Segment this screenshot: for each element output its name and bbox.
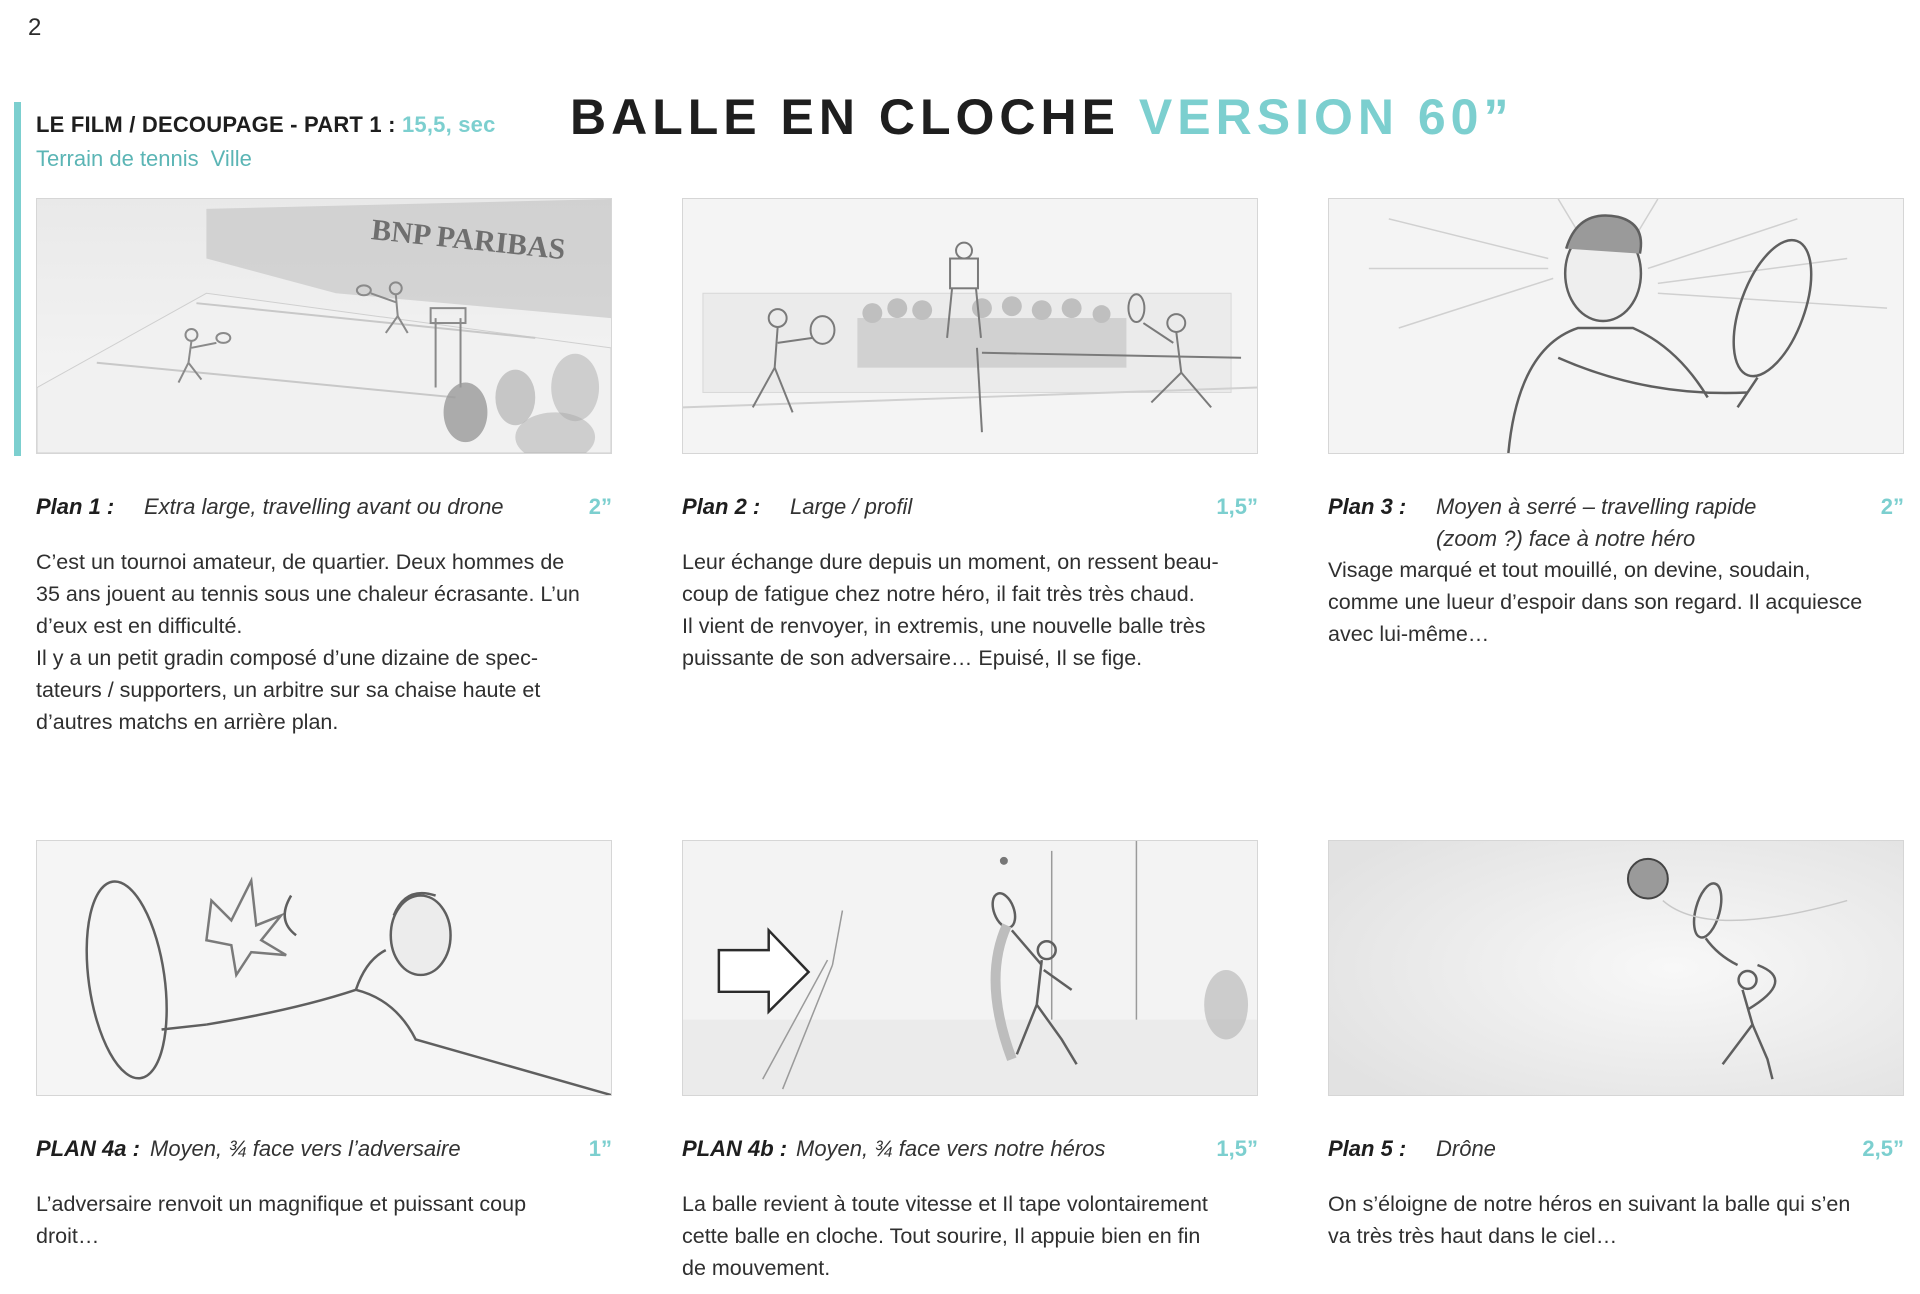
text-line: avec lui-même… <box>1328 622 1490 646</box>
plan-info-5: Plan 5 : Drône 2,5” <box>1328 1136 1904 1166</box>
plan-text-4a: L’adversaire renvoit un magnifique et pu… <box>36 1188 612 1252</box>
plan-duration: 1” <box>588 1136 612 1161</box>
sketch-profile-rally <box>683 199 1257 453</box>
title-main: BALLE EN CLOCHE <box>570 89 1120 145</box>
text-line: L’adversaire renvoit un magnifique et pu… <box>36 1192 527 1216</box>
plan-duration: 2” <box>1880 494 1904 519</box>
text-line: La balle revient à toute vitesse et Il t… <box>682 1192 1208 1216</box>
tennis-ball-icon <box>999 856 1008 865</box>
text-line: 35 ans jouent au tennis sous une chaleur… <box>36 582 580 606</box>
storyboard-frame-4b <box>682 840 1258 1096</box>
text-line: C’est un tournoi amateur, de quartier. D… <box>36 550 565 574</box>
plan-info-1: Plan 1 : Extra large, travelling avant o… <box>36 494 612 524</box>
text-line: Il y a un petit gradin composé d’une diz… <box>36 646 538 670</box>
main-title: BALLE EN CLOCHE VERSION 60” <box>570 88 1513 146</box>
plan-info-2: Plan 2 : Large / profil 1,5” <box>682 494 1258 524</box>
storyboard-panel-2: Plan 2 : Large / profil 1,5” Leur échang… <box>682 198 1258 674</box>
text-line: coup de fatigue chez notre héro, il fait… <box>682 582 1195 606</box>
plan-label: PLAN 4b : <box>682 1136 788 1161</box>
text-line: On s’éloigne de notre héros en suivant l… <box>1328 1192 1851 1216</box>
plan-label: Plan 1 : <box>36 494 115 519</box>
storyboard-frame-1: BNP PARIBAS <box>36 198 612 454</box>
storyboard-frame-5 <box>1328 840 1904 1096</box>
storyboard-panel-1: BNP PARIBAS Plan 1 : Extra large, travel… <box>36 198 612 738</box>
plan-description: Drône <box>1436 1136 1496 1161</box>
text-line: Visage marqué et tout mouillé, on devine… <box>1328 558 1811 582</box>
plan-duration: 1,5” <box>1216 1136 1258 1161</box>
plan-text-4b: La balle revient à toute vitesse et Il t… <box>682 1188 1258 1284</box>
plan-text-5: On s’éloigne de notre héros en suivant l… <box>1328 1188 1904 1252</box>
text-line: cette balle en cloche. Tout sourire, Il … <box>682 1224 1201 1248</box>
plan-label: Plan 2 : <box>682 494 761 519</box>
text-line: tateurs / supporters, un arbitre sur sa … <box>36 678 541 702</box>
page-number: 2 <box>28 14 42 41</box>
part-label: LE FILM / DECOUPAGE - PART 1 : <box>36 112 402 137</box>
storyboard-frame-2 <box>682 198 1258 454</box>
plan-text-2: Leur échange dure depuis un moment, on r… <box>682 546 1258 674</box>
title-version: VERSION 60” <box>1138 89 1514 145</box>
storyboard-frame-3 <box>1328 198 1904 454</box>
text-line: Leur échange dure depuis un moment, on r… <box>682 550 1219 574</box>
part-title: LE FILM / DECOUPAGE - PART 1 : 15,5, sec <box>36 112 496 138</box>
part-header: LE FILM / DECOUPAGE - PART 1 : 15,5, sec… <box>36 112 496 172</box>
location-city: Ville <box>210 146 252 171</box>
text-line: va très très haut dans le ciel… <box>1328 1224 1618 1248</box>
plan-description-continued: (zoom ?) face à notre héro <box>1436 526 1696 551</box>
sketch-drone-shot <box>1329 841 1903 1095</box>
tennis-ball-icon <box>1626 857 1669 900</box>
plan-description: Extra large, travelling avant ou drone <box>144 494 504 519</box>
storyboard-panel-5: Plan 5 : Drône 2,5” On s’éloigne de notr… <box>1328 840 1904 1252</box>
text-line: comme une lueur d’espoir dans son regard… <box>1328 590 1863 614</box>
text-line: d’eux est en difficulté. <box>36 614 243 638</box>
location-court: Terrain de tennis <box>36 146 199 171</box>
text-line: Il vient de renvoyer, in extremis, une n… <box>682 614 1206 638</box>
location-line: Terrain de tennis Ville <box>36 146 496 172</box>
plan-text-3: Visage marqué et tout mouillé, on devine… <box>1328 554 1904 650</box>
plan-description: Moyen, ¾ face vers l’adversaire <box>150 1136 461 1161</box>
plan-info-3: Plan 3 : Moyen à serré – travelling rapi… <box>1328 494 1904 551</box>
sketch-hero-lob <box>683 841 1257 1095</box>
plan-description: Moyen à serré – travelling rapide <box>1436 494 1757 519</box>
plan-duration: 2” <box>588 494 612 519</box>
plan-duration: 1,5” <box>1216 494 1258 519</box>
storyboard-panel-4a: PLAN 4a : Moyen, ¾ face vers l’adversair… <box>36 840 612 1252</box>
text-line: d’autres matchs en arrière plan. <box>36 710 339 734</box>
plan-duration: 2,5” <box>1862 1136 1904 1161</box>
sketch-opponent-forehand <box>37 841 611 1095</box>
plan-text-1: C’est un tournoi amateur, de quartier. D… <box>36 546 612 738</box>
part-duration: 15,5, sec <box>401 112 496 137</box>
storyboard-frame-4a <box>36 840 612 1096</box>
plan-label: PLAN 4a : <box>36 1136 140 1161</box>
text-line: puissante de son adversaire… Epuisé, Il … <box>682 646 1143 670</box>
sketch-hero-closeup <box>1329 199 1903 453</box>
plan-info-4a: PLAN 4a : Moyen, ¾ face vers l’adversair… <box>36 1136 612 1166</box>
plan-description: Moyen, ¾ face vers notre héros <box>796 1136 1106 1161</box>
storyboard-panel-3: Plan 3 : Moyen à serré – travelling rapi… <box>1328 198 1904 650</box>
storyboard-panel-4b: PLAN 4b : Moyen, ¾ face vers notre héros… <box>682 840 1258 1284</box>
plan-label: Plan 3 : <box>1328 494 1407 519</box>
left-accent-bar <box>14 102 21 456</box>
text-line: droit… <box>36 1224 100 1248</box>
text-line: de mouvement. <box>682 1256 831 1280</box>
sketch-wide-court: BNP PARIBAS <box>37 199 611 453</box>
plan-description: Large / profil <box>790 494 913 519</box>
plan-info-4b: PLAN 4b : Moyen, ¾ face vers notre héros… <box>682 1136 1258 1166</box>
plan-label: Plan 5 : <box>1328 1136 1407 1161</box>
